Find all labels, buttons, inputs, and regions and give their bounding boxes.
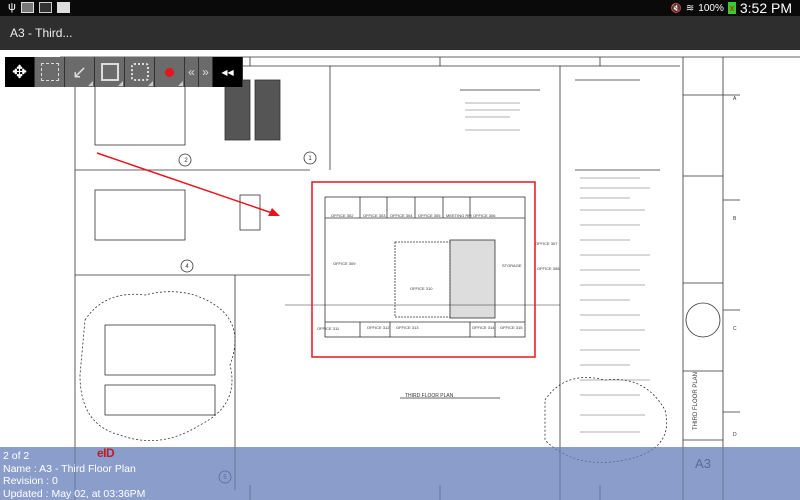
grid-letter: C xyxy=(733,326,737,332)
room-label: OFFICE 313 xyxy=(396,325,419,330)
detail-number: 1 xyxy=(308,156,312,162)
move-tool-button[interactable]: ✥ xyxy=(5,57,35,87)
download-done-icon xyxy=(38,1,52,13)
next-page-button[interactable]: » xyxy=(199,57,213,87)
grid-letter: A xyxy=(733,96,737,102)
room-label: OFFICE 305 xyxy=(418,213,441,218)
room-label: OFFICE 314 xyxy=(472,325,495,330)
gmail-icon xyxy=(56,1,70,13)
detail-number: 2 xyxy=(184,158,188,164)
sheet-drawing: OFFICE 302 OFFICE 303 OFFICE 304 OFFICE … xyxy=(60,56,800,500)
room-label: OFFICE 315 xyxy=(500,325,523,330)
arrow-icon: ↙ xyxy=(71,61,88,82)
cloud-icon xyxy=(130,63,149,81)
detail-number: 4 xyxy=(185,264,189,270)
sheet-revision: Revision : 0 xyxy=(3,475,58,487)
app-titlebar: A3 - Third... xyxy=(0,16,800,50)
room-label: STORAGE xyxy=(502,263,522,268)
sheet-name: Name : A3 - Third Floor Plan xyxy=(3,462,136,475)
plan-title: THIRD FLOOR PLAN xyxy=(405,393,454,399)
usb-icon: ψ xyxy=(8,1,16,13)
room-label: MEETING RM xyxy=(446,213,472,218)
arrow-tool-button[interactable]: ↙ xyxy=(65,57,95,87)
room-label: OFFICE 303 xyxy=(363,213,386,218)
company-logo: eID xyxy=(97,446,115,460)
clock: 3:52 PM xyxy=(739,0,792,16)
color-button[interactable] xyxy=(155,57,185,87)
record-dot-icon xyxy=(165,67,174,77)
room-label: OFFICE 311 xyxy=(317,326,340,331)
sheet-info-panel: 2 of 2 Name : A3 - Third Floor Plan Revi… xyxy=(0,447,800,500)
mute-icon: 🔇 xyxy=(670,2,682,13)
sheet-updated: Updated : May 02, at 03:36PM xyxy=(3,487,146,500)
room-label: OFFICE 304 xyxy=(390,213,413,218)
page-indicator: 2 of 2 xyxy=(3,450,30,462)
move-icon: ✥ xyxy=(11,61,28,82)
select-tool-button[interactable] xyxy=(35,57,65,87)
wifi-icon: ≋ xyxy=(685,2,695,14)
room-label: OFFICE 308 xyxy=(537,266,560,271)
room-label: OFFICE 310 xyxy=(410,286,433,291)
rectangle-tool-button[interactable] xyxy=(95,57,125,87)
room-label: OFFICE 307 xyxy=(535,241,558,246)
dashed-select-icon xyxy=(40,63,59,81)
room-label: OFFICE 309 xyxy=(333,261,356,266)
sheet-title: THIRD FLOOR PLAN xyxy=(693,372,699,430)
markup-toolbar: ✥ ↙ « » ◀◀ xyxy=(5,57,243,87)
drawing-canvas[interactable]: OFFICE 302 OFFICE 303 OFFICE 304 OFFICE … xyxy=(0,50,800,500)
rectangle-annotation[interactable] xyxy=(311,181,536,358)
rectangle-icon xyxy=(100,63,119,81)
document-title: A3 - Third... xyxy=(10,26,73,40)
collapse-toolbar-button[interactable]: ◀◀ xyxy=(213,57,243,87)
prev-page-button[interactable]: « xyxy=(185,57,199,87)
grid-letter: B xyxy=(733,216,737,222)
room-label: OFFICE 302 xyxy=(331,213,354,218)
cloud-tool-button[interactable] xyxy=(125,57,155,87)
battery-icon: x xyxy=(727,2,736,14)
rewind-icon: ◀◀ xyxy=(221,67,234,77)
grid-letter: D xyxy=(733,432,737,438)
battery-percent: 100% xyxy=(698,2,724,14)
gallery-icon xyxy=(20,1,34,13)
status-bar: ψ 🔇 ≋ 100% x 3:52 PM xyxy=(0,0,800,16)
room-label: OFFICE 312 xyxy=(367,325,390,330)
room-label: OFFICE 306 xyxy=(473,213,496,218)
